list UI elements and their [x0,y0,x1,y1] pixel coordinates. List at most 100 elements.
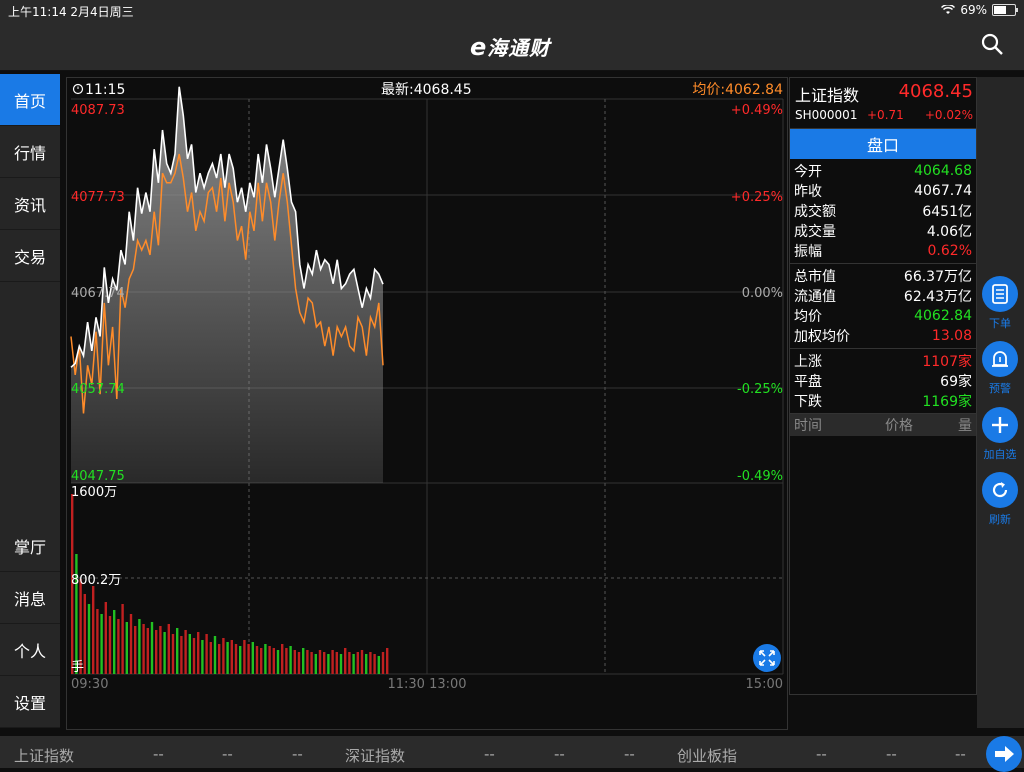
volume-bar [96,609,99,674]
volume-bar [171,634,175,674]
quote-label: 总市值 [794,269,836,285]
sidebar-item-home[interactable]: 首页 [0,74,60,126]
price-label: 4077.73 [71,190,125,205]
volume-bar [335,652,338,674]
volume-bar [150,622,154,674]
volume-bar [163,632,166,674]
sidebar-item-hall[interactable]: 掌厅 [0,520,60,572]
volume-label: 800.2万 [71,573,121,588]
volume-bar [365,654,368,674]
volume-bar [239,646,242,674]
battery-percent: 69% [960,3,987,17]
sidebar-item-market[interactable]: 行情 [0,126,60,178]
alert-button[interactable]: 预警 [980,341,1020,396]
latest-price: 最新:4068.45 [381,82,472,98]
quote-value: 62.43万亿 [903,289,972,305]
quote-value: 69家 [940,374,972,390]
quote-value: 1169家 [922,394,972,410]
top-nav-bar: e海通财 [0,20,1024,71]
volume-bar [192,638,196,674]
sidebar-item-messages[interactable]: 消息 [0,572,60,624]
volume-bar [327,654,330,674]
quote-value: 0.62% [927,243,972,259]
intraday-chart-panel[interactable]: 11:15 最新:4068.45 均价:4062.84 4087.73 4077… [66,77,788,730]
search-icon[interactable] [980,32,1004,56]
quote-info-panel: 上证指数 4068.45 SH000001 +0.71 +0.02% 盘口 今开… [789,77,977,695]
volume-bar [339,654,343,674]
volume-bar [272,648,275,674]
volume-bar [331,650,334,674]
quote-group-1: 今开 4064.68 昨收 4067.74 成交额 6451亿 成交量 4.06亿 振幅 0.62… [790,159,976,264]
order-book-tab[interactable]: 盘口 [790,129,976,159]
volume-bar [293,650,296,674]
volume-label: 1600万 [71,485,117,500]
volume-bar [138,619,141,674]
volume-bar [373,654,376,674]
average-price: 均价:4062.84 [692,82,783,98]
quote-label: 振幅 [794,244,822,260]
ticker-index-name[interactable]: 深证指数 [345,745,405,766]
app-logo: e海通财 [470,33,551,61]
volume-bar [184,630,187,674]
quote-value: 6451亿 [922,204,972,220]
quote-value: 66.37万亿 [903,269,972,285]
volume-bar [386,648,389,674]
ticker-index-name[interactable]: 创业板指 [677,745,737,766]
add-watchlist-button[interactable]: 加自选 [980,407,1020,462]
volume-bar [348,652,351,674]
price-label: 4057.74 [71,382,125,397]
volume-bar [129,614,133,674]
volume-bar [222,638,225,674]
order-document-icon [992,284,1008,304]
quote-row: 成交额 6451亿 [790,201,976,221]
volume-bar [268,646,271,674]
volume-bar [243,640,246,674]
volume-bar [360,650,364,674]
volume-bar [134,626,137,674]
percent-label: +0.49% [731,103,783,118]
volume-bar [155,630,158,674]
ticker-index-name[interactable]: 上证指数 [14,745,74,766]
right-action-bar: 下单 预警 加自选 刷新 [977,77,1024,728]
sidebar-item-trade[interactable]: 交易 [0,230,60,282]
volume-bar [197,632,200,674]
sidebar-item-news[interactable]: 资讯 [0,178,60,230]
refresh-button[interactable]: 刷新 [980,472,1020,527]
volume-bar [209,642,212,674]
sidebar-item-settings[interactable]: 设置 [0,676,60,728]
quote-value: 4.06亿 [926,224,972,240]
intraday-chart[interactable]: 11:15 最新:4068.45 均价:4062.84 4087.73 4077… [67,78,787,729]
quote-value: 13.08 [931,328,972,344]
volume-bar [234,644,238,674]
percent-label: -0.49% [737,469,783,484]
time-label: 11:30 13:00 [387,677,466,692]
volume-bar [251,642,254,674]
volume-bar [230,640,233,674]
quote-group-3: 上涨 1107家 平盘 69家 下跌 1169家 [790,349,976,414]
volume-bar [205,634,208,674]
volume-bar [146,628,149,674]
status-bar: 上午11:14 2月4日周三 69% [0,0,1024,20]
volume-bar [180,636,183,674]
ticker-next-button[interactable] [986,736,1022,772]
ticker-value: -- [624,745,635,763]
volume-bar [297,652,301,674]
quote-row: 流通值 62.43万亿 [790,286,976,306]
fullscreen-toggle-icon[interactable] [753,644,781,672]
percent-label: +0.25% [731,190,783,205]
quote-row: 下跌 1169家 [790,391,976,411]
index-price: 4068.45 [898,81,973,102]
index-change-percent: +0.02% [924,108,973,122]
quote-label: 成交额 [794,204,836,220]
price-label: 4047.75 [71,469,125,484]
index-header: 上证指数 4068.45 SH000001 +0.71 +0.02% [790,78,976,129]
place-order-button[interactable]: 下单 [980,276,1020,331]
quote-row: 总市值 66.37万亿 [790,266,976,286]
sidebar-item-profile[interactable]: 个人 [0,624,60,676]
alert-label: 预警 [989,382,1011,395]
refresh-icon [992,482,1008,498]
volume-bar [117,619,120,674]
quote-label: 成交量 [794,224,836,240]
volume-bar [159,626,162,674]
quote-label: 均价 [794,309,822,325]
